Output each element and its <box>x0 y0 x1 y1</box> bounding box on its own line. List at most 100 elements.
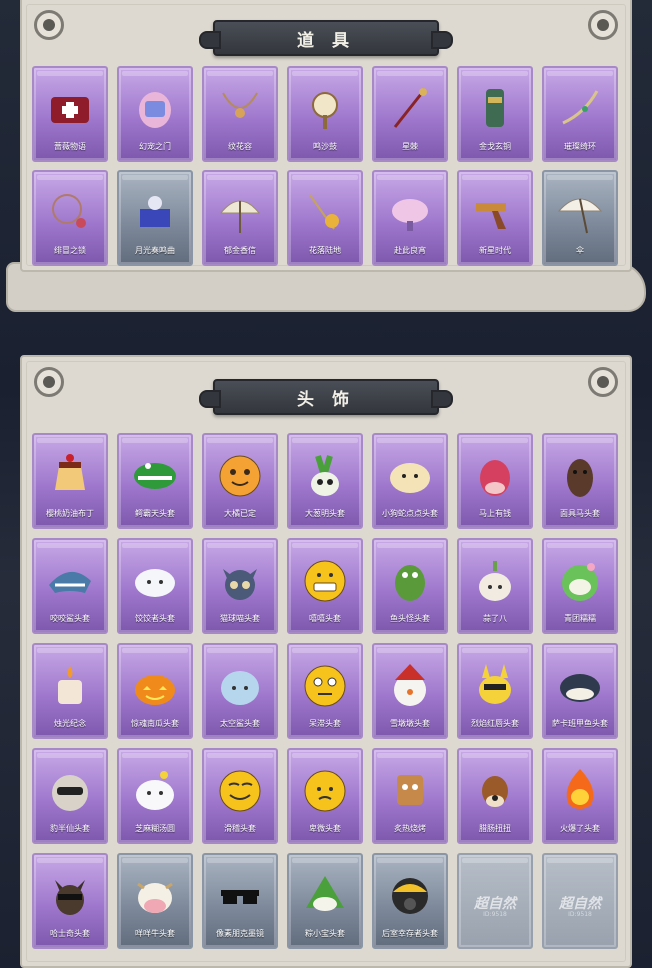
ornament-icon <box>34 10 64 40</box>
item-card[interactable]: 星棘 <box>372 66 448 162</box>
item-card[interactable]: 小狗蛇点点头套 <box>372 433 448 529</box>
watermark-logo: 超自然 <box>559 896 601 912</box>
item-card[interactable]: 烈焰红唇头套 <box>457 643 533 739</box>
item-label: 大橘已定 <box>224 509 256 518</box>
item-card[interactable]: 粽小宝头套 <box>287 853 363 949</box>
item-card[interactable]: 大葱明头套 <box>287 433 363 529</box>
item-card[interactable]: 青团糯糯 <box>542 538 618 634</box>
item-card[interactable]: 太空鲨头套 <box>202 643 278 739</box>
item-card[interactable]: 面具马头套 <box>542 433 618 529</box>
ornament-icon <box>588 367 618 397</box>
item-label: 雪墩墩头套 <box>390 719 430 728</box>
item-label: 烈焰红唇头套 <box>471 719 519 728</box>
space-shark-icon <box>215 660 265 710</box>
item-card[interactable]: 马上有钱 <box>457 433 533 529</box>
item-card[interactable]: 惊魂南瓜头套 <box>117 643 193 739</box>
item-label: 樱桃奶油布丁 <box>46 509 94 518</box>
item-label: 新星时代 <box>479 246 511 255</box>
item-card[interactable]: 鸣沙鼓 <box>287 66 363 162</box>
item-label: 哈士奇头套 <box>50 929 90 938</box>
items-panel: 道 具 蔷薇物语 幻宠之门 纹花容 鸣沙鼓 星棘 金戈玄铜 璀璨绮环 绯冒之锁 月光奏鸣曲 郁金香… <box>20 0 632 272</box>
cat-icon <box>215 555 265 605</box>
item-card[interactable]: 蔷薇物语 <box>32 66 108 162</box>
item-label: 面具马头套 <box>560 509 600 518</box>
parasol-icon <box>215 187 265 237</box>
cow-icon <box>130 870 180 920</box>
item-card[interactable]: 卑微头套 <box>287 748 363 844</box>
item-label: 鸣沙鼓 <box>313 142 337 151</box>
item-card[interactable]: 金戈玄铜 <box>457 66 533 162</box>
item-card[interactable]: 炙热烧烤 <box>372 748 448 844</box>
item-card[interactable]: 像素朋克墨镜 <box>202 853 278 949</box>
item-card[interactable]: 鳄霸天头套 <box>117 433 193 529</box>
item-label: 饺饺者头套 <box>135 614 175 623</box>
crocodile-icon <box>130 450 180 500</box>
item-card[interactable]: 烛光纪念 <box>32 643 108 739</box>
item-label: 鳄霸天头套 <box>135 509 175 518</box>
item-label: 郁金香信 <box>224 246 256 255</box>
item-card[interactable]: 樱桃奶油布丁 <box>32 433 108 529</box>
item-card[interactable]: 月光奏鸣曲 <box>117 170 193 266</box>
item-card[interactable]: 赴此良宵 <box>372 170 448 266</box>
music-box-icon <box>130 187 180 237</box>
grin-emoji-icon <box>300 555 350 605</box>
item-card[interactable]: 哈士奇头套 <box>32 853 108 949</box>
item-card[interactable]: 豹半仙头套 <box>32 748 108 844</box>
grill-icon <box>385 765 435 815</box>
red-horse-icon <box>470 450 520 500</box>
necklace-icon <box>45 187 95 237</box>
item-card[interactable]: 伞 <box>542 170 618 266</box>
item-card[interactable]: 蒜了八 <box>457 538 533 634</box>
item-card[interactable]: 火爆了头套 <box>542 748 618 844</box>
item-label: 大葱明头套 <box>305 509 345 518</box>
ornament-icon <box>588 10 618 40</box>
item-card[interactable]: 猫球喵头套 <box>202 538 278 634</box>
items-grid: 蔷薇物语 幻宠之门 纹花容 鸣沙鼓 星棘 金戈玄铜 璀璨绮环绯冒之锁 月光奏鸣曲 郁金香信 花落陆… <box>32 66 618 266</box>
garlic-icon <box>470 555 520 605</box>
item-card[interactable]: 郁金香信 <box>202 170 278 266</box>
item-card[interactable]: 腊肠扭扭 <box>457 748 533 844</box>
dazed-emoji-icon <box>300 660 350 710</box>
item-card[interactable]: 绯冒之锁 <box>32 170 108 266</box>
lamp-icon <box>385 187 435 237</box>
watermark-id: ID:9518 <box>568 911 592 918</box>
item-card[interactable]: 新星时代 <box>457 170 533 266</box>
item-card[interactable]: 纹花容 <box>202 66 278 162</box>
pudding-icon <box>45 450 95 500</box>
item-label: 蔷薇物语 <box>54 142 86 151</box>
ornament-icon <box>34 367 64 397</box>
flashlight-icon <box>470 83 520 133</box>
pixel-glasses-icon <box>215 870 265 920</box>
item-label: 猫球喵头套 <box>220 614 260 623</box>
item-card[interactable]: 花落陆地 <box>287 170 363 266</box>
item-card[interactable]: 饺饺者头套 <box>117 538 193 634</box>
item-card[interactable]: 芝麻糊汤圆 <box>117 748 193 844</box>
item-card[interactable]: 咩咩牛头套 <box>117 853 193 949</box>
snowman-icon <box>385 660 435 710</box>
item-card[interactable]: 幻宠之门 <box>117 66 193 162</box>
item-card[interactable]: 呆滞头套 <box>287 643 363 739</box>
item-label: 腊肠扭扭 <box>479 824 511 833</box>
item-label: 烛光纪念 <box>54 719 86 728</box>
section-title-headwear: 头 饰 <box>199 379 453 415</box>
item-card[interactable]: 大橘已定 <box>202 433 278 529</box>
item-card[interactable]: 璀璨绮环 <box>542 66 618 162</box>
item-label: 小狗蛇点点头套 <box>382 509 438 518</box>
item-card[interactable]: 后室幸存者头套 <box>372 853 448 949</box>
item-label: 鱼头怪头套 <box>390 614 430 623</box>
item-card[interactable]: 嘻嘻头套 <box>287 538 363 634</box>
item-label: 豹半仙头套 <box>50 824 90 833</box>
zongzi-icon <box>300 870 350 920</box>
worried-emoji-icon <box>300 765 350 815</box>
empty-slot: 超自然 ID:9518 <box>457 853 533 949</box>
item-label: 纹花容 <box>228 142 252 151</box>
item-label: 璀璨绮环 <box>564 142 596 151</box>
shark-icon <box>45 555 95 605</box>
scallion-icon <box>300 450 350 500</box>
item-card[interactable]: 鱼头怪头套 <box>372 538 448 634</box>
item-card[interactable]: 咬咬鲨头套 <box>32 538 108 634</box>
item-card[interactable]: 雪墩墩头套 <box>372 643 448 739</box>
item-card[interactable]: 滑稽头套 <box>202 748 278 844</box>
raccoon-icon <box>45 765 95 815</box>
item-card[interactable]: 萨卡班甲鱼头套 <box>542 643 618 739</box>
